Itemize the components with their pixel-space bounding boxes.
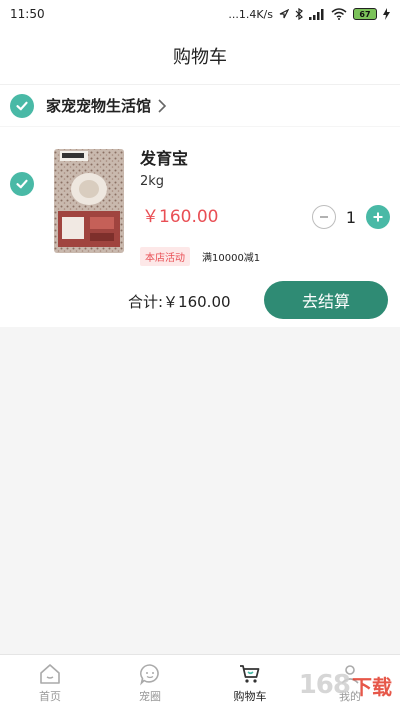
status-bar: 11:50 ...1.4K/s 67 — [0, 0, 400, 28]
status-icons: ...1.4K/s 67 — [228, 8, 390, 21]
pet-circle-icon — [140, 663, 159, 686]
wifi-icon — [331, 8, 347, 20]
decrease-quantity-button[interactable] — [312, 205, 336, 229]
store-row[interactable]: 家宠宠物生活馆 — [0, 84, 400, 126]
location-icon — [279, 9, 289, 19]
network-speed: ...1.4K/s — [228, 7, 273, 21]
nav-label: 宠圈 — [139, 689, 161, 703]
page-title: 购物车 — [173, 47, 227, 68]
nav-item-home[interactable]: 首页 — [0, 655, 100, 710]
nav-item-pet-circle[interactable]: 宠圈 — [100, 655, 200, 710]
nav-label: 我的 — [339, 689, 361, 703]
product-image[interactable] — [48, 145, 130, 257]
battery-icon: 67 — [353, 8, 377, 20]
minus-icon — [320, 216, 328, 218]
cart-item: 发育宝 2kg ￥160.00 1 本店活动 满10000减1 合计:￥160.… — [0, 127, 400, 327]
nav-label: 首页 — [39, 689, 61, 703]
home-icon — [40, 663, 60, 684]
nav-item-profile[interactable]: 我的 — [300, 655, 400, 710]
nav-item-cart[interactable]: 购物车 — [200, 655, 300, 710]
status-time: 11:50 — [10, 7, 45, 21]
signal-icon — [309, 8, 324, 20]
promo-text: 满10000减1 — [202, 253, 261, 264]
quantity-stepper: 1 — [312, 205, 390, 229]
quantity-value: 1 — [345, 207, 357, 227]
battery-level: 67 — [359, 9, 371, 19]
summary-row: 合计:￥160.00 去结算 — [0, 281, 400, 321]
promotion: 本店活动 满10000减1 — [140, 247, 260, 266]
item-checkbox[interactable] — [10, 172, 34, 196]
bottom-nav: 首页 宠圈 购物车 我的 — [0, 654, 400, 710]
charging-icon — [383, 8, 390, 20]
product-price: ￥160.00 — [142, 207, 219, 227]
checkmark-icon — [16, 101, 28, 110]
bluetooth-icon — [295, 8, 303, 20]
product-name[interactable]: 发育宝 — [140, 145, 188, 169]
increase-quantity-button[interactable] — [366, 205, 390, 229]
store-name[interactable]: 家宠宠物生活馆 — [46, 95, 151, 116]
checkmark-icon — [16, 179, 28, 189]
page-header: 购物车 — [0, 28, 400, 84]
plus-icon — [373, 212, 383, 222]
store-checkbox[interactable] — [10, 93, 34, 118]
product-spec: 2kg — [140, 174, 165, 189]
checkout-button[interactable]: 去结算 — [264, 281, 388, 319]
promo-tag: 本店活动 — [140, 247, 190, 266]
nav-label: 购物车 — [233, 689, 267, 703]
total-amount: 合计:￥160.00 — [128, 293, 231, 311]
profile-icon — [341, 664, 359, 684]
cart-icon — [240, 664, 260, 683]
chevron-right-icon[interactable] — [157, 98, 167, 114]
